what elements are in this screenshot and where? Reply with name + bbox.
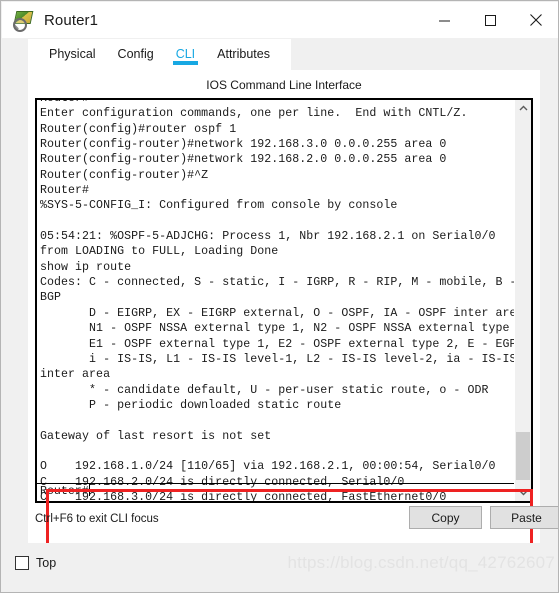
maximize-icon[interactable]	[467, 2, 513, 38]
tab-attributes-label: Attributes	[217, 47, 270, 61]
chevron-up-icon[interactable]	[515, 100, 531, 117]
window-controls	[421, 2, 558, 38]
close-icon[interactable]	[513, 2, 558, 38]
router-magnifier-icon	[12, 9, 34, 32]
terminal-text: Router# Enter configuration commands, on…	[40, 98, 524, 503]
tab-config-label: Config	[117, 47, 154, 61]
chevron-down-icon[interactable]	[515, 484, 531, 501]
terminal-prompt[interactable]: Router#	[40, 484, 90, 499]
bottom-bar: Top https://blog.csdn.net/qq_42762607	[2, 543, 558, 591]
text-caret	[88, 484, 90, 496]
terminal-prompt-text: Router#	[40, 485, 89, 498]
tab-active-underline	[172, 61, 199, 65]
terminal-output[interactable]: Router# Enter configuration commands, on…	[35, 98, 533, 503]
cli-focus-hint: Ctrl+F6 to exit CLI focus	[35, 513, 159, 525]
top-checkbox[interactable]: Top	[15, 556, 56, 570]
cli-panel: IOS Command Line Interface Router# Enter…	[28, 70, 558, 556]
tab-strip: Physical Config CLI Attributes	[28, 39, 291, 70]
cli-panel-title: IOS Command Line Interface	[206, 78, 362, 92]
terminal-scrollbar[interactable]	[514, 100, 531, 501]
tab-attributes[interactable]: Attributes	[206, 39, 281, 70]
tab-cli-label: CLI	[175, 47, 196, 61]
tab-physical-label: Physical	[49, 47, 96, 61]
title-bar: Router1	[2, 2, 558, 38]
paste-button[interactable]: Paste	[490, 506, 558, 529]
router-cli-window: Router1 Physical Config CLI Attributes I…	[0, 0, 559, 593]
top-checkbox-label: Top	[36, 556, 57, 570]
tab-cli[interactable]: CLI	[165, 39, 206, 70]
tab-config[interactable]: Config	[107, 39, 165, 70]
tab-physical[interactable]: Physical	[38, 39, 107, 70]
window-title: Router1	[44, 11, 99, 29]
top-checkbox-box[interactable]	[15, 556, 29, 570]
watermark-text: https://blog.csdn.net/qq_42762607	[287, 553, 555, 572]
minimize-icon[interactable]	[421, 2, 467, 38]
terminal-prompt-divider	[37, 483, 531, 484]
scrollbar-thumb[interactable]	[516, 432, 530, 480]
copy-button[interactable]: Copy	[409, 506, 482, 529]
